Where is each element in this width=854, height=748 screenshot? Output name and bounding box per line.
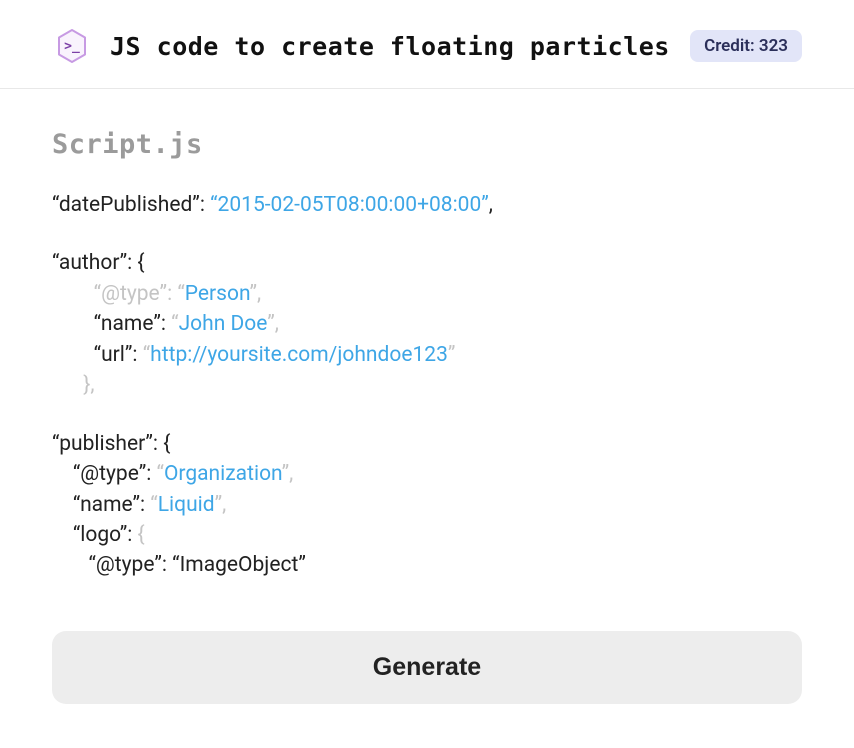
code-line: “@type”: “Organization”, <box>52 459 802 489</box>
code-key: “url” <box>94 343 133 367</box>
filename-label: Script.js <box>52 129 802 160</box>
credit-badge: Credit: 323 <box>690 30 802 62</box>
code-line: “url”: “http://yoursite.com/johndoe123” <box>52 340 802 370</box>
code-punct: “ <box>171 312 178 336</box>
code-punct: : “ <box>167 282 185 306</box>
code-punct: : <box>161 312 171 336</box>
indent <box>52 523 73 547</box>
code-line: “name”: “Liquid”, <box>52 490 802 520</box>
code-line: }, <box>52 370 802 400</box>
code-value: “2015-02-05T08:00:00+08:00” <box>210 193 489 217</box>
code-line: “@type”: “Person”, <box>52 279 802 309</box>
code-key: “datePublished” <box>52 193 200 217</box>
code-punct: “ <box>150 493 157 517</box>
indent <box>52 462 73 486</box>
blank-line <box>52 401 802 429</box>
code-punct: ”, <box>267 312 279 336</box>
code-punct: : <box>146 462 156 486</box>
code-value: “ImageObject” <box>172 553 306 577</box>
code-value: John Doe <box>179 312 268 336</box>
indent <box>52 493 73 517</box>
code-punct: : { <box>153 432 170 456</box>
blank-line <box>52 220 802 248</box>
indent <box>52 312 94 336</box>
code-punct: ”, <box>215 493 227 517</box>
code-key: “@type” <box>94 282 167 306</box>
code-key: “logo” <box>73 523 127 547</box>
action-row: Generate <box>0 631 854 704</box>
code-line: “datePublished”: “2015-02-05T08:00:00+08… <box>52 190 802 220</box>
code-punct: , <box>489 193 493 217</box>
code-line: “@type”: “ImageObject” <box>52 550 802 580</box>
code-key: “@type” <box>88 553 161 577</box>
code-punct: ”, <box>250 282 262 306</box>
indent <box>52 282 94 306</box>
code-value: Liquid <box>158 493 215 517</box>
code-punct: “ <box>157 462 164 486</box>
code-punct: }, <box>83 373 94 397</box>
code-value: Organization <box>164 462 282 486</box>
code-key: “@type” <box>73 462 146 486</box>
code-punct: : <box>162 553 172 577</box>
code-key: “publisher” <box>52 432 153 456</box>
code-punct: { <box>138 523 145 547</box>
code-value: http://yoursite.com/johndoe123 <box>150 343 448 367</box>
code-punct: ” <box>448 343 456 367</box>
code-key: “name” <box>73 493 140 517</box>
code-line: “logo”: { <box>52 520 802 550</box>
code-block: “datePublished”: “2015-02-05T08:00:00+08… <box>52 190 802 581</box>
code-punct: : <box>140 493 150 517</box>
code-punct: : <box>127 523 137 547</box>
page-title: JS code to create floating particles <box>110 32 670 61</box>
generate-button[interactable]: Generate <box>52 631 802 704</box>
code-punct: ”, <box>282 462 294 486</box>
code-punct: : { <box>127 251 144 275</box>
code-value: Person <box>185 282 250 306</box>
svg-text:>_: >_ <box>64 39 80 54</box>
code-punct: : <box>132 343 142 367</box>
code-line: “name”: “John Doe”, <box>52 309 802 339</box>
code-key: “name” <box>94 312 161 336</box>
code-line: “publisher”: { <box>52 429 802 459</box>
indent <box>52 373 83 397</box>
content-area: Script.js “datePublished”: “2015-02-05T0… <box>0 89 854 601</box>
app-logo-icon: >_ <box>52 26 92 66</box>
code-key: “author” <box>52 251 127 275</box>
indent <box>52 553 88 577</box>
indent <box>52 343 94 367</box>
header: >_ JS code to create floating particles … <box>0 0 854 89</box>
code-punct: : <box>200 193 210 217</box>
code-line: “author”: { <box>52 248 802 278</box>
